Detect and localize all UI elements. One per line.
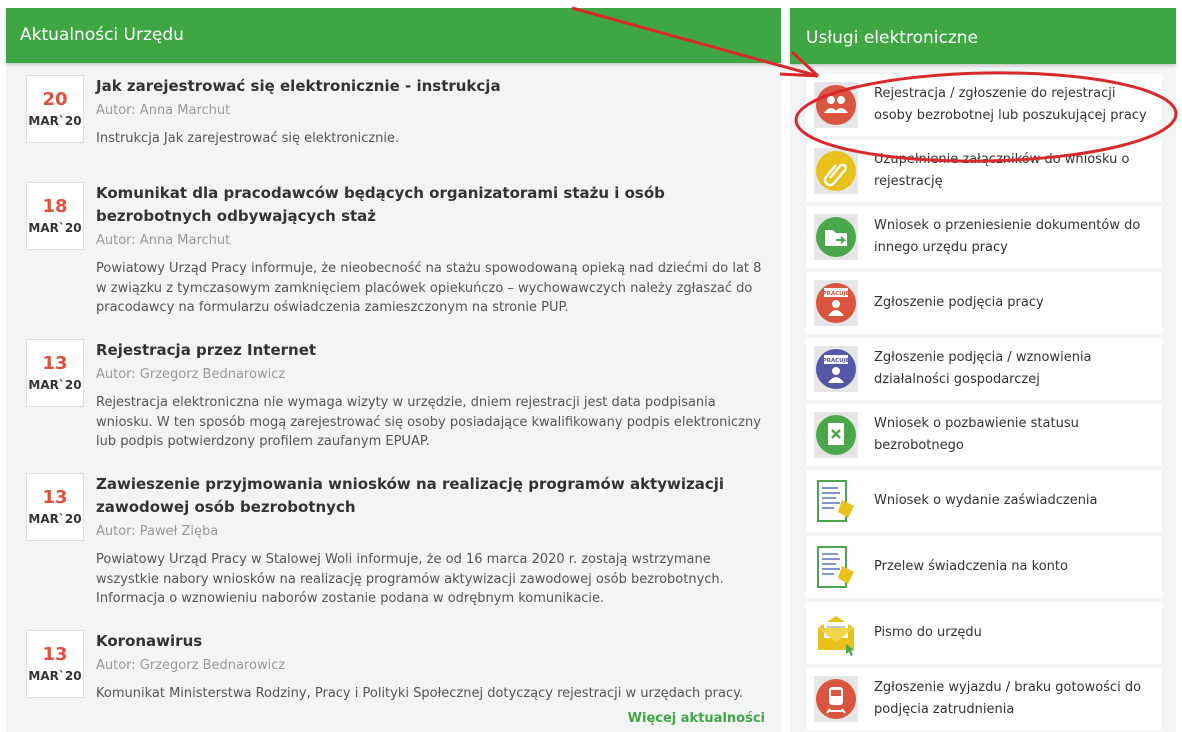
news-title[interactable]: Komunikat dla pracodawców będących organ… [96, 182, 767, 228]
date-badge: 20 MAR`20 [26, 75, 84, 143]
news-item: 20 MAR`20 Jak zarejestrować się elektron… [6, 63, 781, 163]
badge-text: PRACUJĘ [823, 291, 850, 297]
service-label: Przelew świadczenia na konto [874, 559, 1068, 574]
news-excerpt: Komunikat Ministerstwa Rodziny, Pracy i … [96, 686, 744, 701]
news-header: Aktualności Urzędu [6, 8, 781, 63]
news-author: Autor: Grzegorz Bednarowicz [96, 367, 286, 382]
service-registration[interactable]: Rejestracja / zgłoszenie do rejestracji … [806, 74, 1162, 136]
service-letter[interactable]: Pismo do urzędu [806, 602, 1162, 664]
service-business-start[interactable]: PRACUJĘ Zgłoszenie podjęcia / wznowienia… [806, 338, 1162, 400]
date-month: MAR`20 [28, 221, 82, 235]
date-badge: 13 MAR`20 [26, 339, 84, 407]
date-month: MAR`20 [28, 378, 82, 392]
date-day: 13 [42, 487, 68, 508]
service-status-removal[interactable]: Wniosek o pozbawienie statusu bezrobotne… [806, 404, 1162, 466]
train-icon [814, 676, 858, 722]
service-label: Zgłoszenie podjęcia pracy [874, 295, 1044, 310]
service-label: Wniosek o pozbawienie statusu bezrobotne… [874, 416, 1079, 453]
service-label: Pismo do urzędu [874, 625, 982, 640]
news-title[interactable]: Zawieszenie przyjmowania wniosków na rea… [96, 473, 767, 519]
service-job-start[interactable]: PRACUJĘ Zgłoszenie podjęcia pracy [806, 272, 1162, 334]
service-certificate[interactable]: Wniosek o wydanie zaświadczenia [806, 470, 1162, 532]
people-icon [814, 82, 858, 128]
news-excerpt: Powiatowy Urząd Pracy informuje, że nieo… [96, 261, 762, 315]
date-badge: 13 MAR`20 [26, 473, 84, 541]
badge-text: PRACUJĘ [823, 358, 850, 364]
certificate-form-icon [814, 478, 858, 524]
date-day: 13 [42, 644, 68, 665]
date-badge: 18 MAR`20 [26, 182, 84, 250]
service-bank-transfer[interactable]: Przelew świadczenia na konto [806, 536, 1162, 598]
news-excerpt: Rejestracja elektroniczna nie wymaga wiz… [96, 395, 761, 449]
document-x-icon [814, 412, 858, 458]
date-month: MAR`20 [28, 669, 82, 683]
news-panel: Aktualności Urzędu 20 MAR`20 Jak zarejes… [6, 8, 781, 732]
date-month: MAR`20 [28, 512, 82, 526]
paperclip-icon [814, 148, 858, 194]
news-item: 13 MAR`20 Koronawirus Autor: Grzegorz Be… [6, 618, 781, 713]
news-excerpt: Powiatowy Urząd Pracy w Stalowej Woli in… [96, 552, 724, 606]
service-label: Zgłoszenie podjęcia / wznowienia działal… [874, 350, 1092, 387]
news-item: 18 MAR`20 Komunikat dla pracodawców będą… [6, 170, 781, 320]
service-transfer-documents[interactable]: Wniosek o przeniesienie dokumentów do in… [806, 206, 1162, 268]
news-item: 13 MAR`20 Rejestracja przez Internet Aut… [6, 327, 781, 457]
news-author: Autor: Grzegorz Bednarowicz [96, 658, 286, 673]
service-label: Wniosek o wydanie zaświadczenia [874, 493, 1098, 508]
news-excerpt: Instrukcja Jak zarejestrować się elektro… [96, 131, 400, 146]
service-label: Wniosek o przeniesienie dokumentów do in… [874, 218, 1141, 255]
envelope-icon [814, 610, 858, 656]
service-departure[interactable]: Zgłoszenie wyjazdu / braku gotowości do … [806, 668, 1162, 730]
news-title[interactable]: Koronawirus [96, 630, 767, 653]
date-day: 13 [42, 353, 68, 374]
news-author: Autor: Paweł Zięba [96, 524, 219, 539]
service-label: Rejestracja / zgłoszenie do rejestracji … [874, 86, 1147, 123]
services-panel: Usługi elektroniczne Rejestracja / zgłos… [790, 8, 1176, 732]
service-label: Uzupełnienie załączników do wniosku o re… [874, 152, 1130, 189]
service-label: Zgłoszenie wyjazdu / braku gotowości do … [874, 680, 1142, 717]
service-attachments[interactable]: Uzupełnienie załączników do wniosku o re… [806, 140, 1162, 202]
news-title[interactable]: Jak zarejestrować się elektronicznie - i… [96, 75, 767, 98]
news-item: 13 MAR`20 Zawieszenie przyjmowania wnios… [6, 461, 781, 611]
news-title[interactable]: Rejestracja przez Internet [96, 339, 767, 362]
folder-transfer-icon [814, 214, 858, 260]
transfer-form-icon [814, 544, 858, 590]
news-author: Autor: Anna Marchut [96, 103, 231, 118]
date-day: 20 [42, 89, 68, 110]
business-badge-icon: PRACUJĘ [814, 346, 858, 392]
news-author: Autor: Anna Marchut [96, 233, 231, 248]
date-badge: 13 MAR`20 [26, 630, 84, 698]
worker-badge-icon: PRACUJĘ [814, 280, 858, 326]
services-header: Usługi elektroniczne [790, 8, 1176, 64]
date-day: 18 [42, 196, 68, 217]
date-month: MAR`20 [28, 114, 82, 128]
more-news-link[interactable]: Więcej aktualności [628, 711, 765, 726]
